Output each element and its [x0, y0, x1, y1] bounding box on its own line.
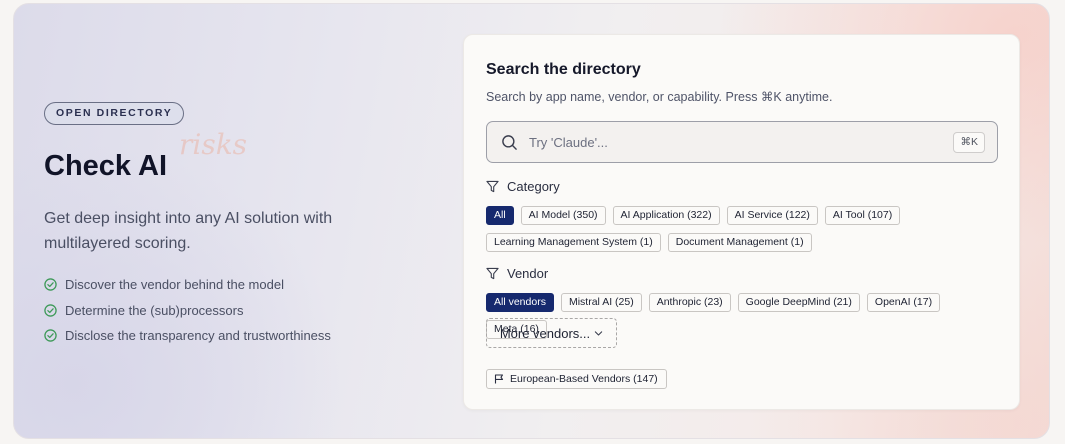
vendor-chip-anthropic[interactable]: Anthropic (23)	[648, 293, 731, 312]
category-chip-ai-application[interactable]: AI Application (322)	[612, 206, 720, 225]
flag-icon	[494, 374, 504, 384]
more-vendors-label: More vendors...	[499, 325, 591, 341]
feature-list: Discover the vendor behind the model Det…	[44, 272, 331, 349]
chevron-down-icon	[594, 330, 603, 336]
feature-text: Disclose the transparency and trustworth…	[65, 328, 331, 344]
filter-icon	[486, 180, 499, 193]
open-directory-badge: OPEN DIRECTORY	[44, 102, 185, 125]
page-title: Check AI	[44, 150, 168, 182]
hero-subtitle: Get deep insight into any AI solution wi…	[44, 210, 333, 252]
vendor-chip-all[interactable]: All vendors	[486, 293, 554, 312]
feature-text: Determine the (sub)processors	[65, 302, 244, 318]
category-chip-ai-tool[interactable]: AI Tool (107)	[824, 206, 901, 225]
european-vendors-label: European-Based Vendors (147)	[510, 373, 658, 385]
category-chip-all[interactable]: All	[486, 206, 514, 225]
category-chip-document-management[interactable]: Document Management (1)	[667, 233, 812, 252]
category-label: Category	[507, 179, 560, 194]
search-input[interactable]	[529, 130, 939, 154]
card-subtitle: Search by app name, vendor, or capabilit…	[486, 90, 833, 104]
check-circle-icon	[44, 304, 57, 317]
feature-item: Discover the vendor behind the model	[44, 272, 331, 298]
hero-section: OPEN DIRECTORY risks Check AI Get deep i…	[13, 3, 1050, 439]
check-circle-icon	[44, 278, 57, 291]
feature-text: Discover the vendor behind the model	[65, 277, 284, 293]
more-vendors-button[interactable]: More vendors...	[486, 318, 617, 348]
category-chip-ai-service[interactable]: AI Service (122)	[726, 206, 818, 225]
vendor-chip-openai[interactable]: OpenAI (17)	[866, 293, 941, 312]
decorative-word: risks	[179, 128, 248, 161]
vendor-chip-mistral[interactable]: Mistral AI (25)	[560, 293, 642, 312]
european-vendors-filter[interactable]: European-Based Vendors (147)	[486, 369, 667, 389]
category-heading: Category	[486, 179, 560, 194]
category-chip-ai-model[interactable]: AI Model (350)	[520, 206, 606, 225]
feature-item: Disclose the transparency and trustworth…	[44, 323, 331, 349]
search-icon	[502, 135, 517, 150]
feature-item: Determine the (sub)processors	[44, 298, 331, 324]
category-chips: All AI Model (350) AI Application (322) …	[486, 206, 1006, 252]
directory-search-card: Search the directory Search by app name,…	[463, 34, 1020, 410]
search-box[interactable]: ⌘K	[486, 121, 998, 163]
shortcut-hint: ⌘K	[953, 132, 985, 153]
category-chip-lms[interactable]: Learning Management System (1)	[486, 233, 661, 252]
card-title: Search the directory	[486, 61, 641, 78]
vendor-heading: Vendor	[486, 266, 548, 281]
vendor-label: Vendor	[507, 266, 549, 281]
filter-icon	[486, 267, 499, 280]
vendor-chip-google-deepmind[interactable]: Google DeepMind (21)	[737, 293, 860, 312]
check-circle-icon	[44, 329, 57, 342]
